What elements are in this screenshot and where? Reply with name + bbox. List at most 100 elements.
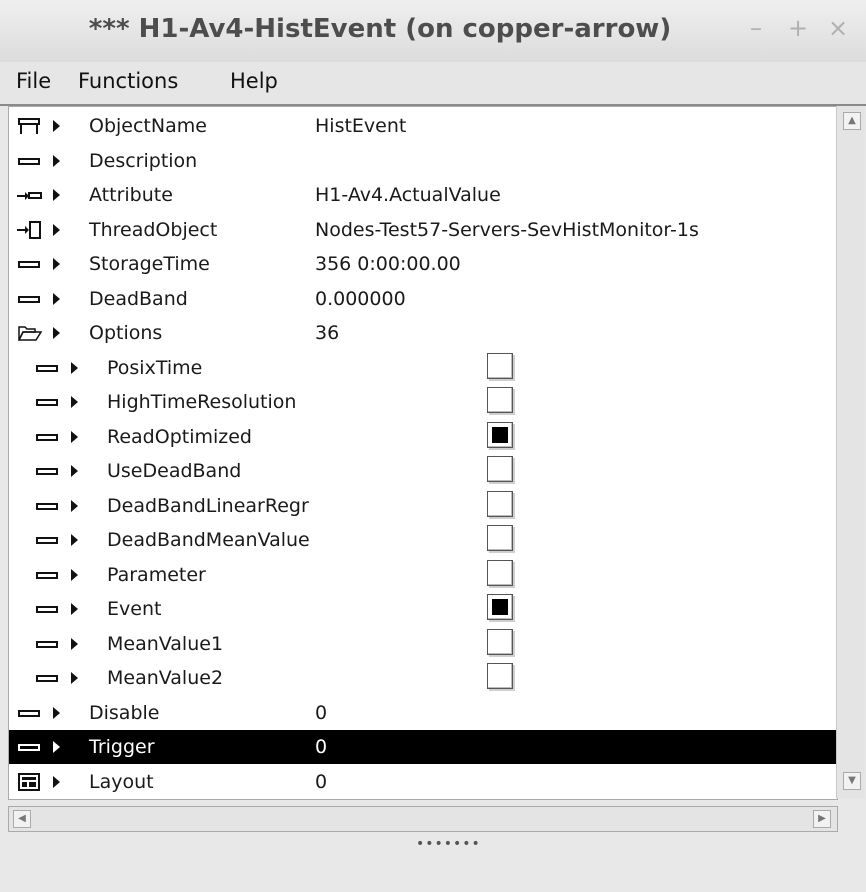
scroll-left-icon[interactable]: ◀ (13, 810, 31, 828)
menu-functions[interactable]: Functions (78, 69, 178, 93)
expand-arrow-icon[interactable] (71, 396, 78, 408)
title-bar[interactable]: *** H1-Av4-HistEvent (on copper-arrow) –… (0, 0, 866, 63)
expand-arrow-icon[interactable] (71, 361, 78, 374)
attribute-value: 0 (315, 736, 328, 758)
expand-arrow-icon[interactable] (53, 775, 60, 788)
expand-arrow-icon[interactable] (71, 499, 78, 512)
expand-arrow-icon[interactable] (71, 603, 78, 615)
tree-row-option[interactable]: MeanValue2 (9, 661, 837, 695)
expand-arrow-icon[interactable] (53, 154, 60, 167)
option-checkbox[interactable] (487, 628, 513, 655)
tree-row[interactable]: Layout 0 (9, 765, 837, 799)
tree-row[interactable]: Description (9, 144, 837, 178)
attribute-icon (17, 290, 45, 308)
scroll-right-icon[interactable]: ▶ (813, 810, 831, 828)
tree-row[interactable]: Attribute H1-Av4.ActualValue (9, 178, 837, 212)
expand-arrow-icon[interactable] (71, 568, 78, 581)
expand-arrow-icon[interactable] (71, 534, 78, 546)
menu-file[interactable]: File (16, 69, 51, 93)
vertical-scrollbar[interactable]: ▲ ▼ (836, 106, 865, 798)
expand-arrow-icon[interactable] (53, 189, 60, 201)
attribute-icon (17, 738, 45, 756)
expand-arrow-icon[interactable] (53, 223, 60, 236)
attribute-name: Options (89, 322, 163, 344)
tree-row[interactable]: DeadBand 0.000000 (9, 282, 837, 316)
option-checkbox[interactable] (487, 663, 513, 689)
objref-icon (17, 220, 45, 239)
attribute-icon (35, 359, 63, 377)
tree-row[interactable]: ObjectName HistEvent (9, 109, 837, 143)
expand-arrow-icon[interactable] (53, 706, 60, 719)
attribute-tree: ObjectName HistEvent Description Attribute H… (8, 106, 838, 800)
option-checkbox[interactable] (487, 456, 513, 482)
expand-arrow-icon[interactable] (71, 430, 78, 443)
tree-row-option[interactable]: Parameter (9, 558, 837, 592)
attribute-value: 0.000000 (315, 287, 406, 310)
expand-arrow-icon[interactable] (71, 465, 78, 477)
checkbox-fill (492, 599, 508, 615)
layout-icon (17, 772, 45, 791)
option-checkbox[interactable] (487, 594, 513, 620)
option-checkbox[interactable] (487, 352, 513, 379)
expand-arrow-icon[interactable] (53, 292, 60, 305)
attribute-value: HistEvent (315, 115, 407, 137)
attribute-value: 0 (315, 701, 328, 724)
attribute-name: DeadBandMeanValue (107, 529, 310, 551)
attribute-name: Description (89, 149, 198, 172)
option-checkbox[interactable] (487, 421, 513, 448)
attribute-name: StorageTime (89, 253, 210, 275)
expand-arrow-icon[interactable] (71, 637, 78, 650)
tree-row-option[interactable]: ReadOptimized (9, 420, 837, 454)
attribute-icon (17, 255, 45, 273)
minimize-button[interactable]: – (744, 14, 768, 42)
tree-row-option[interactable]: HighTimeResolution (9, 385, 837, 419)
attribute-name: Attribute (89, 184, 173, 206)
attribute-value: 0 (315, 770, 328, 793)
attribute-name: Disable (89, 701, 160, 724)
attribute-name: MeanValue2 (107, 667, 224, 689)
attribute-value: 356 0:00:00.00 (315, 253, 461, 275)
option-checkbox[interactable] (487, 559, 513, 586)
window-title: *** H1-Av4-HistEvent (on copper-arrow) (88, 14, 672, 44)
object-icon (17, 117, 45, 135)
tree-row-option[interactable]: Event (9, 592, 837, 626)
tree-row[interactable]: Options 36 (9, 316, 837, 350)
option-checkbox[interactable] (487, 387, 513, 413)
attribute-icon (35, 531, 63, 549)
attribute-name: Parameter (107, 563, 206, 586)
horizontal-scrollbar[interactable]: ◀ ▶ (8, 806, 838, 832)
expand-arrow-icon[interactable] (53, 258, 60, 270)
attribute-name: DeadBand (89, 287, 188, 310)
expand-arrow-icon[interactable] (53, 120, 60, 132)
tree-row[interactable]: StorageTime 356 0:00:00.00 (9, 247, 837, 281)
attribute-icon (35, 462, 63, 480)
scroll-up-icon[interactable]: ▲ (843, 112, 861, 130)
attribute-icon (35, 393, 63, 411)
expand-arrow-icon[interactable] (53, 741, 60, 753)
option-checkbox[interactable] (487, 490, 513, 517)
tree-row-option[interactable]: UseDeadBand (9, 454, 837, 488)
tree-row-option[interactable]: DeadBandMeanValue (9, 523, 837, 557)
attribute-icon (35, 428, 63, 446)
attribute-value: Nodes-Test57-Servers-SevHistMonitor-1s (315, 218, 699, 241)
tree-row[interactable]: Disable 0 (9, 696, 837, 730)
checkbox-fill (492, 426, 508, 443)
tree-row[interactable]: ThreadObject Nodes-Test57-Servers-SevHist… (9, 213, 837, 247)
expand-arrow-icon[interactable] (71, 672, 78, 684)
expand-arrow-icon[interactable] (53, 327, 60, 339)
maximize-button[interactable]: + (786, 14, 810, 42)
attribute-icon (35, 635, 63, 653)
tree-row-option[interactable]: MeanValue1 (9, 627, 837, 661)
menu-help[interactable]: Help (230, 69, 278, 93)
option-checkbox[interactable] (487, 525, 513, 551)
tree-row-option[interactable]: DeadBandLinearRegr (9, 489, 837, 523)
attribute-name: Layout (89, 770, 154, 793)
attribute-name: PosixTime (107, 356, 203, 379)
pane-resize-handle[interactable]: ••••••• (416, 836, 481, 852)
attribute-value: 36 (315, 322, 340, 344)
close-button[interactable]: × (826, 14, 850, 42)
tree-row-option[interactable]: PosixTime (9, 351, 837, 385)
scroll-down-icon[interactable]: ▼ (843, 772, 861, 790)
tree-row[interactable]: Trigger 0 (9, 730, 837, 764)
attribute-icon (17, 152, 45, 170)
